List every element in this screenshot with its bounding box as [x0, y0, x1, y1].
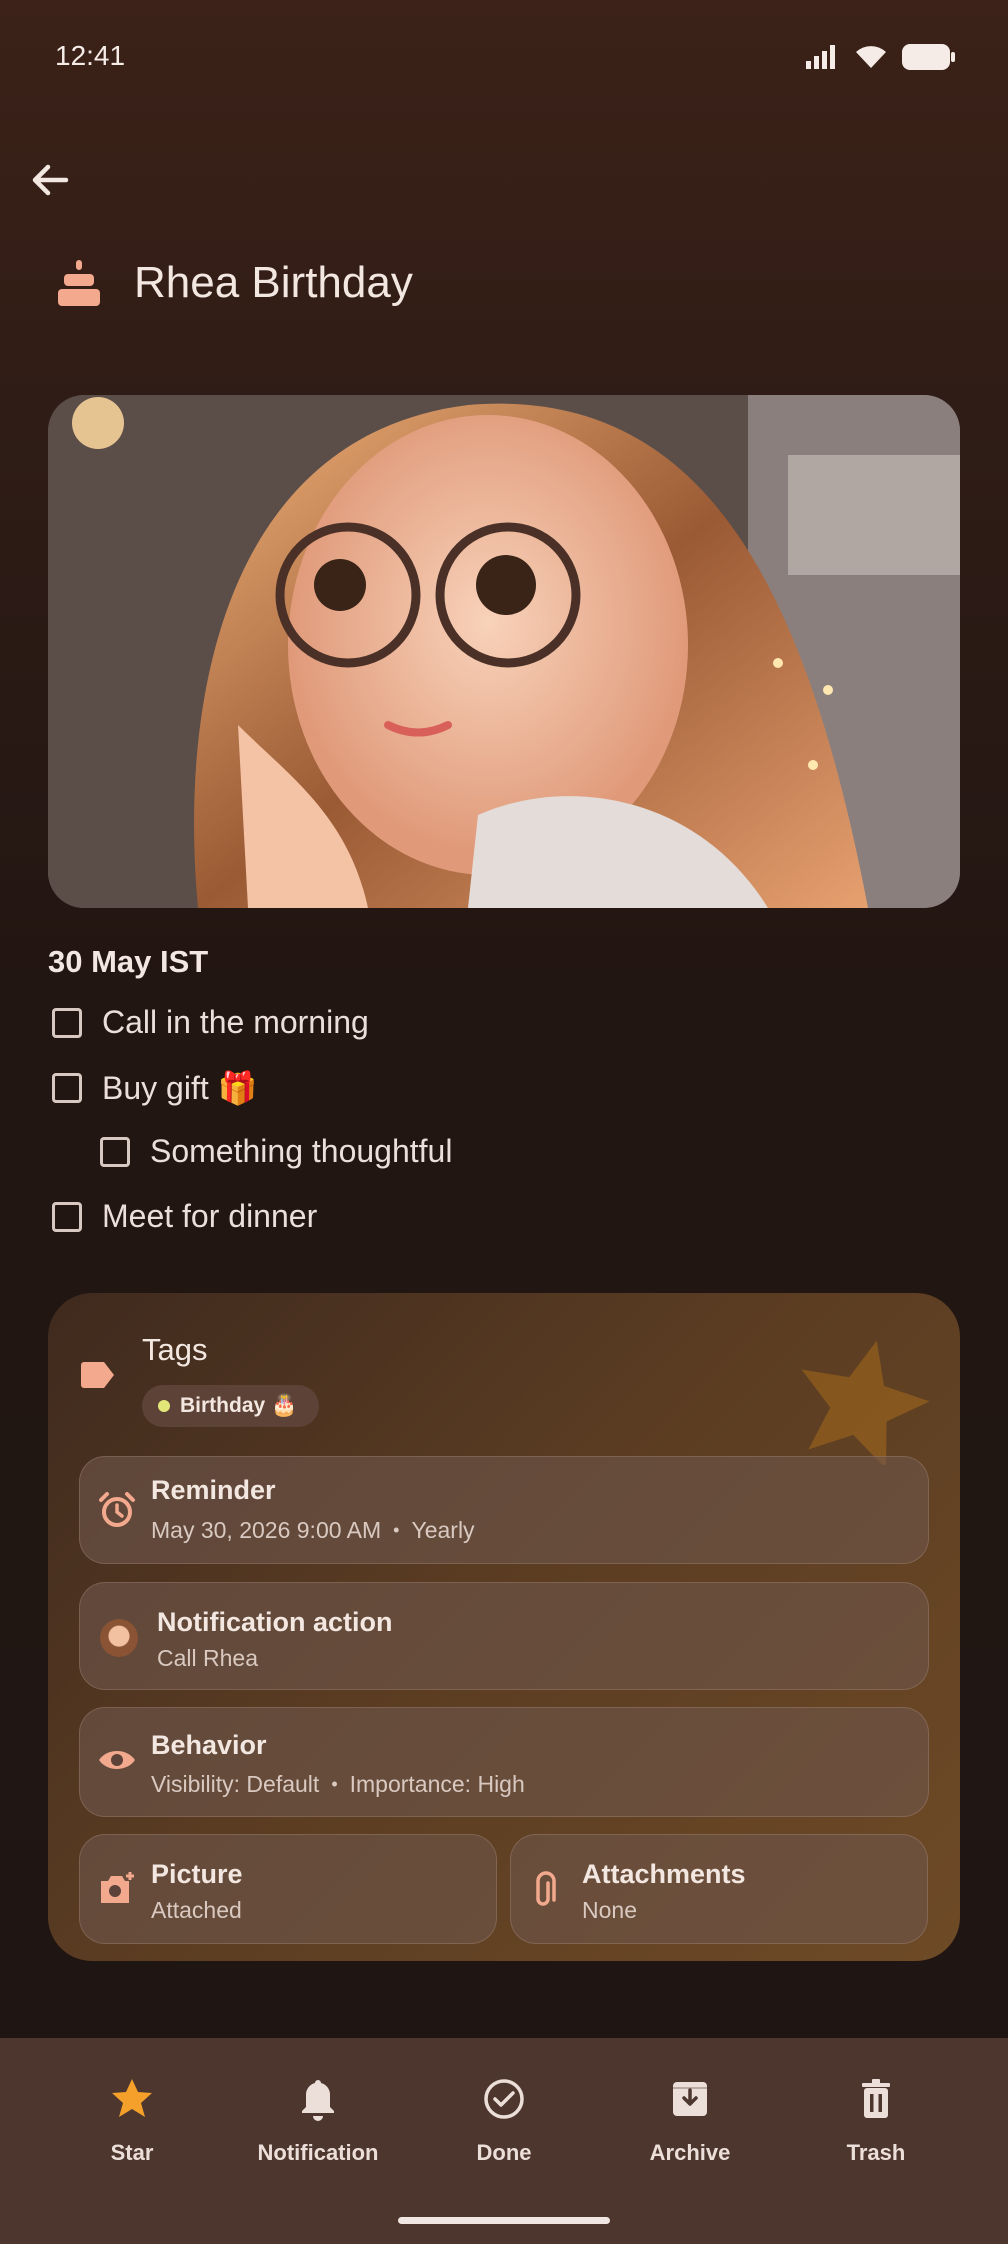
checkbox[interactable] [52, 1201, 82, 1232]
notification-action-value: Call Rhea [157, 1645, 258, 1671]
behavior-row[interactable]: Behavior Visibility: Default • Importanc… [79, 1707, 929, 1817]
checkbox[interactable] [52, 1073, 82, 1103]
tag-color-dot [158, 1400, 170, 1412]
status-time: 12:41 [55, 40, 126, 71]
checklist-item-label: Call in the morning [102, 1004, 369, 1040]
cake-icon [58, 260, 100, 306]
archive-button[interactable]: Archive [620, 2075, 760, 2166]
trash-icon [862, 2079, 890, 2118]
checklist-subitem[interactable]: Something thoughtful [100, 1133, 452, 1170]
camera-add-icon [101, 1872, 134, 1903]
star-icon [112, 2079, 152, 2117]
attachments-title: Attachments [582, 1859, 746, 1889]
notification-label: Notification [257, 2140, 379, 2165]
checklist-item-label: Meet for dinner [102, 1198, 318, 1234]
notification-action-title: Notification action [157, 1607, 393, 1637]
picture-title: Picture [151, 1859, 243, 1889]
star-decoration-icon [801, 1340, 930, 1465]
checklist-item[interactable]: Call in the morning [52, 1004, 369, 1041]
reminder-title: Reminder [151, 1475, 276, 1505]
reminder-repeat: Yearly [411, 1517, 475, 1543]
checklist-item[interactable]: Buy gift 🎁 [52, 1069, 257, 1107]
note-picture[interactable] [48, 395, 960, 908]
behavior-title: Behavior [151, 1730, 267, 1760]
reminder-row[interactable]: Reminder May 30, 2026 9:00 AM • Yearly [79, 1456, 929, 1564]
checklist-item-label: Something thoughtful [150, 1133, 453, 1169]
eye-icon [99, 1751, 135, 1769]
star-label: Star [110, 2140, 154, 2165]
tags-label: Tags [142, 1332, 208, 1367]
checklist-item[interactable]: Meet for dinner [52, 1198, 317, 1235]
trash-button[interactable]: Trash [806, 2075, 946, 2166]
battery-icon [902, 44, 955, 70]
paperclip-icon [536, 1871, 556, 1906]
tag-chip[interactable]: Birthday 🎂 [142, 1385, 320, 1427]
star-button[interactable]: Star [62, 2075, 202, 2166]
bell-icon [302, 2080, 334, 2121]
done-label: Done [476, 2140, 532, 2165]
archive-icon [673, 2082, 707, 2116]
separator-dot: • [393, 1520, 400, 1540]
separator-dot: • [331, 1774, 338, 1794]
checkbox[interactable] [100, 1136, 130, 1167]
importance-value: Importance: High [349, 1771, 525, 1797]
back-arrow-icon[interactable] [28, 158, 72, 202]
contact-avatar [100, 1619, 138, 1657]
trash-label: Trash [846, 2140, 906, 2165]
behavior-subtitle: Visibility: Default • Importance: High [151, 1771, 525, 1798]
signal-icon [806, 45, 835, 69]
visibility-value: Visibility: Default [151, 1771, 320, 1797]
notification-button[interactable]: Notification [248, 2075, 388, 2166]
label-icon [81, 1362, 114, 1388]
archive-label: Archive [649, 2140, 731, 2165]
date-heading: 30 May IST [48, 944, 209, 979]
attachments-row[interactable]: Attachments None [510, 1834, 928, 1944]
attachments-value: None [582, 1897, 637, 1923]
done-button[interactable]: Done [434, 2075, 574, 2166]
home-indicator[interactable] [398, 2217, 610, 2224]
portrait-illustration [48, 395, 960, 908]
picture-value: Attached [151, 1897, 242, 1923]
checkbox[interactable] [52, 1007, 82, 1038]
alarm-clock-icon [99, 1492, 135, 1527]
picture-row[interactable]: Picture Attached [79, 1834, 497, 1944]
note-title[interactable]: Rhea Birthday [134, 258, 413, 308]
wifi-icon [856, 46, 886, 68]
status-icons [806, 44, 956, 70]
reminder-subtitle: May 30, 2026 9:00 AM • Yearly [151, 1517, 475, 1544]
checklist-item-label: Buy gift 🎁 [102, 1070, 258, 1106]
tag-chip-label: Birthday 🎂 [180, 1394, 298, 1417]
reminder-datetime: May 30, 2026 9:00 AM [151, 1517, 382, 1543]
notification-action-row[interactable]: Notification action Call Rhea [79, 1582, 929, 1690]
check-circle-icon [484, 2079, 524, 2119]
